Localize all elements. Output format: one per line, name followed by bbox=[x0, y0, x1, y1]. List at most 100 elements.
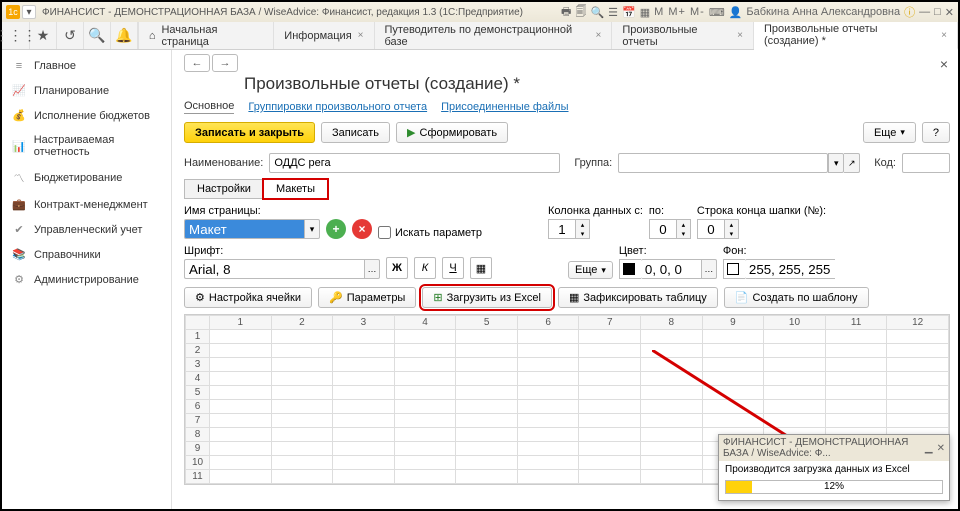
grid-cell[interactable] bbox=[333, 358, 395, 372]
grid-cell[interactable] bbox=[579, 358, 641, 372]
italic-button[interactable]: К bbox=[414, 257, 436, 279]
forward-button[interactable]: → bbox=[212, 54, 238, 72]
grid-cell[interactable] bbox=[579, 400, 641, 414]
grid-cell[interactable] bbox=[271, 400, 333, 414]
grid-cell[interactable] bbox=[887, 400, 949, 414]
grid-cell[interactable] bbox=[579, 344, 641, 358]
grid-cell[interactable] bbox=[887, 386, 949, 400]
grid-cell[interactable] bbox=[210, 428, 272, 442]
row-header[interactable]: 9 bbox=[186, 442, 210, 456]
grid-cell[interactable] bbox=[641, 414, 703, 428]
grid-cell[interactable] bbox=[333, 344, 395, 358]
grid-cell[interactable] bbox=[333, 330, 395, 344]
grid-cell[interactable] bbox=[887, 414, 949, 428]
grid-cell[interactable] bbox=[887, 358, 949, 372]
grid-cell[interactable] bbox=[825, 372, 887, 386]
info-icon[interactable]: ⓘ bbox=[904, 4, 915, 20]
down-icon[interactable]: ▾ bbox=[725, 229, 738, 238]
grid-cell[interactable] bbox=[702, 344, 764, 358]
grid-cell[interactable] bbox=[456, 358, 518, 372]
remove-page-button[interactable]: × bbox=[352, 219, 372, 239]
star-icon[interactable]: ★ bbox=[30, 22, 57, 49]
col-to-input[interactable] bbox=[649, 219, 677, 239]
close-icon[interactable]: ✕ bbox=[945, 6, 954, 19]
grid-cell[interactable] bbox=[764, 386, 826, 400]
add-page-button[interactable]: + bbox=[326, 219, 346, 239]
grid-cell[interactable] bbox=[887, 344, 949, 358]
grid-cell[interactable] bbox=[641, 456, 703, 470]
col-header[interactable]: 4 bbox=[394, 316, 456, 330]
tb-icon-4[interactable]: ☰ bbox=[608, 6, 618, 19]
grid-cell[interactable] bbox=[456, 428, 518, 442]
col-header[interactable]: 7 bbox=[579, 316, 641, 330]
tab-settings[interactable]: Настройки bbox=[184, 179, 264, 199]
grid-cell[interactable] bbox=[456, 400, 518, 414]
bold-button[interactable]: Ж bbox=[386, 257, 408, 279]
load-excel-button[interactable]: ⊞Загрузить из Excel bbox=[422, 287, 552, 308]
grid-cell[interactable] bbox=[825, 400, 887, 414]
grid-cell[interactable] bbox=[271, 330, 333, 344]
grid-cell[interactable] bbox=[641, 428, 703, 442]
sidebar-item-refs[interactable]: 📚Справочники bbox=[2, 242, 171, 267]
tab-layouts[interactable]: Макеты bbox=[263, 179, 328, 199]
col-header[interactable]: 10 bbox=[764, 316, 826, 330]
min-icon[interactable]: — bbox=[919, 6, 930, 18]
grid-cell[interactable] bbox=[517, 358, 579, 372]
grid-cell[interactable] bbox=[517, 470, 579, 484]
ellipsis-icon[interactable]: … bbox=[701, 259, 717, 279]
sidebar-item-budget-exec[interactable]: 💰Исполнение бюджетов bbox=[2, 103, 171, 128]
grid-cell[interactable] bbox=[702, 400, 764, 414]
row-header[interactable]: 10 bbox=[186, 456, 210, 470]
sidebar-item-admin[interactable]: ⚙Администрирование bbox=[2, 267, 171, 292]
color-input[interactable] bbox=[641, 259, 701, 279]
ellipsis-icon[interactable]: … bbox=[364, 259, 380, 279]
col-header[interactable]: 6 bbox=[517, 316, 579, 330]
sidebar-item-budgeting[interactable]: 〽Бюджетирование bbox=[2, 164, 171, 192]
row-header[interactable]: 7 bbox=[186, 414, 210, 428]
grid-cell[interactable] bbox=[394, 442, 456, 456]
chevron-down-icon[interactable]: ▾ bbox=[304, 219, 320, 239]
grid-cell[interactable] bbox=[271, 372, 333, 386]
grid-cell[interactable] bbox=[271, 470, 333, 484]
group-select[interactable]: ▾↗ bbox=[618, 153, 860, 173]
col-header[interactable]: 11 bbox=[825, 316, 887, 330]
grid-cell[interactable] bbox=[825, 344, 887, 358]
grid-cell[interactable] bbox=[333, 428, 395, 442]
col-header[interactable]: 5 bbox=[456, 316, 518, 330]
col-header[interactable]: 1 bbox=[210, 316, 272, 330]
page-name-input[interactable] bbox=[184, 219, 304, 239]
grid-cell[interactable] bbox=[210, 456, 272, 470]
grid-cell[interactable] bbox=[579, 386, 641, 400]
search-param-check[interactable]: Искать параметр bbox=[378, 226, 482, 239]
sidebar-item-contract[interactable]: 💼Контракт-менеджмент bbox=[2, 192, 171, 217]
fix-table-button[interactable]: ▦Зафиксировать таблицу bbox=[558, 287, 718, 308]
grid-cell[interactable] bbox=[394, 400, 456, 414]
tb-icon-1[interactable]: 🖶 bbox=[561, 3, 571, 22]
row-header[interactable]: 3 bbox=[186, 358, 210, 372]
grid-cell[interactable] bbox=[333, 414, 395, 428]
sidebar-item-reports[interactable]: 📊Настраиваемая отчетность bbox=[2, 128, 171, 164]
up-icon[interactable]: ▴ bbox=[576, 220, 589, 229]
chevron-down-icon[interactable]: ▾ bbox=[828, 153, 844, 173]
page-name-select[interactable]: ▾ bbox=[184, 219, 320, 239]
down-icon[interactable]: ▾ bbox=[576, 229, 589, 238]
save-button[interactable]: Записать bbox=[321, 122, 390, 143]
grid-cell[interactable] bbox=[887, 372, 949, 386]
row-header[interactable]: 8 bbox=[186, 428, 210, 442]
down-icon[interactable]: ▾ bbox=[677, 229, 690, 238]
tab-reports-create[interactable]: Произвольные отчеты (создание) * × bbox=[754, 22, 958, 50]
grid-cell[interactable] bbox=[333, 470, 395, 484]
grid-cell[interactable] bbox=[641, 470, 703, 484]
grid-cell[interactable] bbox=[517, 456, 579, 470]
grid-cell[interactable] bbox=[271, 414, 333, 428]
grid-cell[interactable] bbox=[764, 358, 826, 372]
grid-cell[interactable] bbox=[764, 344, 826, 358]
tb-icon-2[interactable]: 🗐 bbox=[575, 3, 586, 22]
row-header[interactable]: 1 bbox=[186, 330, 210, 344]
more-button[interactable]: Еще▾ bbox=[863, 122, 916, 143]
grid-cell[interactable] bbox=[210, 442, 272, 456]
grid-cell[interactable] bbox=[764, 372, 826, 386]
tab-close-icon[interactable]: × bbox=[941, 30, 947, 41]
grid-cell[interactable] bbox=[394, 428, 456, 442]
grid-cell[interactable] bbox=[271, 386, 333, 400]
